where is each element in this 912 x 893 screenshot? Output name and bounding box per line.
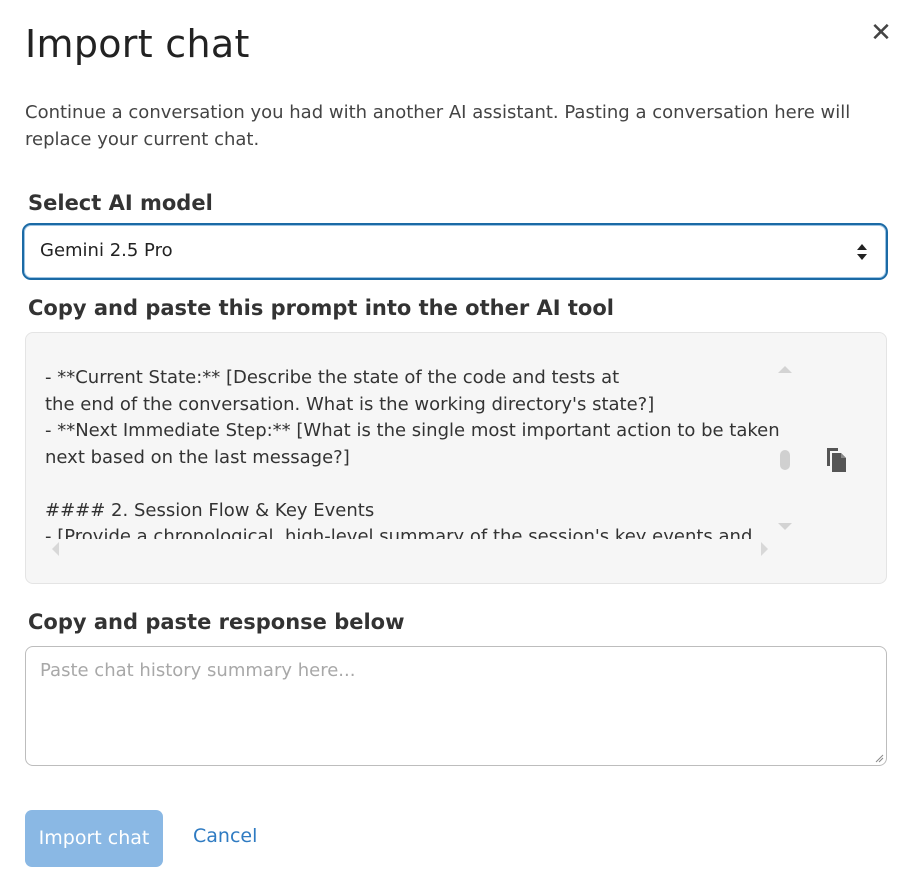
scroll-right-arrow[interactable] [761, 542, 768, 556]
prompt-line: - [Provide a chronological, high-level s… [45, 526, 753, 539]
scroll-up-arrow[interactable] [778, 366, 792, 373]
prompt-line: next based on the last message?] [45, 446, 350, 468]
model-select[interactable]: Gemini 2.5 Pro [22, 223, 888, 280]
vertical-scrollbar-thumb[interactable] [780, 450, 790, 470]
dialog-description: Continue a conversation you had with ano… [25, 102, 851, 150]
import-chat-dialog: Import chat ✕ Continue a conversation yo… [0, 0, 912, 893]
prompt-line: #### 2. Session Flow & Key Events [45, 499, 375, 521]
response-textarea[interactable]: Paste chat history summary here... [25, 646, 887, 766]
resize-grip-icon[interactable] [874, 753, 884, 763]
dialog-title: Import chat [25, 22, 250, 66]
cancel-button[interactable]: Cancel [193, 825, 257, 847]
select-model-label: Select AI model [28, 191, 213, 215]
scroll-down-arrow[interactable] [778, 523, 792, 530]
select-arrows-icon [857, 244, 867, 260]
prompt-line: - **Current State:** [Describe the state… [45, 367, 620, 388]
import-chat-button[interactable]: Import chat [25, 810, 163, 867]
prompt-label: Copy and paste this prompt into the othe… [28, 296, 614, 320]
prompt-text: - **Current State:** [Describe the state… [45, 335, 785, 539]
prompt-line [45, 471, 785, 498]
close-icon[interactable]: ✕ [868, 20, 894, 46]
prompt-line: - **Next Immediate Step:** [What is the … [45, 420, 780, 441]
prompt-textarea[interactable]: - **Current State:** [Describe the state… [25, 332, 887, 584]
response-label: Copy and paste response below [28, 610, 405, 634]
model-select-value: Gemini 2.5 Pro [40, 240, 173, 261]
copy-icon[interactable] [824, 446, 850, 474]
prompt-line: the end of the conversation. What is the… [45, 393, 655, 415]
scroll-left-arrow[interactable] [52, 542, 59, 556]
response-placeholder: Paste chat history summary here... [40, 660, 356, 681]
